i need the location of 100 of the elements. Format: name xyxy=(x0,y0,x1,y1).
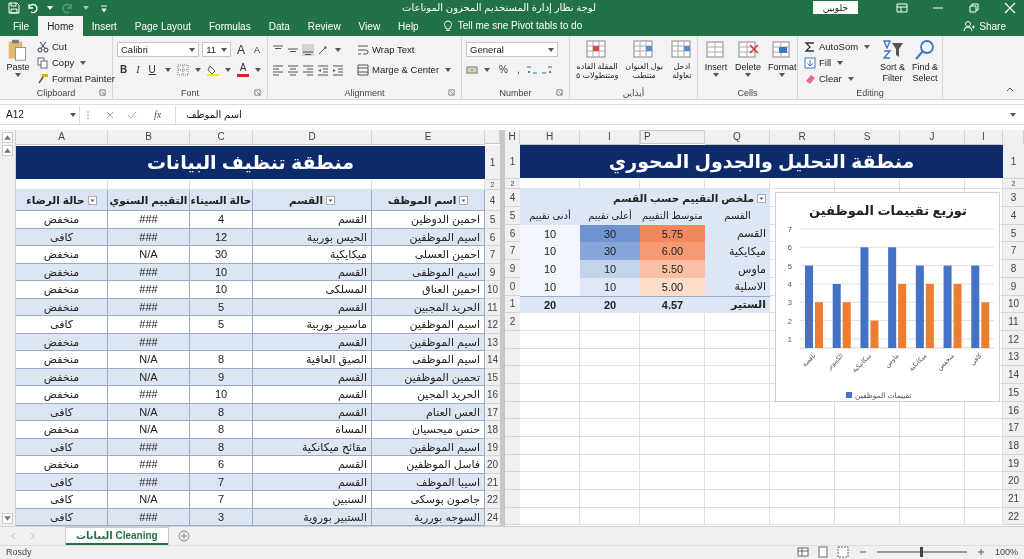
next-sheet-icon[interactable] xyxy=(28,532,36,540)
zoom-level[interactable]: 100% xyxy=(994,547,1018,558)
row-number[interactable]: 12 xyxy=(485,316,500,334)
save-icon[interactable] xyxy=(8,1,20,14)
row-number[interactable]: 4 xyxy=(1003,207,1024,225)
column-header[interactable]: E xyxy=(372,130,485,146)
ribbon-tab[interactable]: Insert xyxy=(82,16,126,37)
row-number[interactable]: 14 xyxy=(1003,366,1024,384)
autosum-button[interactable]: AutoSom xyxy=(802,39,876,55)
find-select-button[interactable]: Find & Select xyxy=(910,39,941,87)
insert-function-button[interactable]: fx xyxy=(148,108,168,122)
account-button[interactable]: حلوبين xyxy=(812,1,858,15)
zoom-slider-thumb[interactable] xyxy=(920,547,924,558)
caret-icon[interactable] xyxy=(164,67,171,72)
page-layout-view-icon[interactable] xyxy=(816,546,829,559)
ribbon-tab[interactable]: Formulas xyxy=(200,16,260,37)
fill-color-icon[interactable] xyxy=(206,63,219,76)
dialog-launcher-icon[interactable] xyxy=(448,89,455,97)
font-color-button[interactable]: A xyxy=(236,62,250,77)
ribbon-tab[interactable]: File xyxy=(4,16,39,37)
paste-button[interactable]: Paste xyxy=(4,39,32,87)
decrease-decimal-icon[interactable] xyxy=(540,63,553,76)
filter-dropdown-icon[interactable] xyxy=(87,195,97,205)
row-number[interactable]: 5 xyxy=(485,211,500,229)
indent-icon[interactable] xyxy=(317,63,329,76)
row-number[interactable]: 3 xyxy=(1003,189,1024,208)
copy-button[interactable]: Copy xyxy=(35,55,117,71)
row-number[interactable]: 21 xyxy=(1003,490,1024,508)
dialog-launcher-icon[interactable] xyxy=(99,89,106,97)
filter-dropdown-icon[interactable] xyxy=(326,195,335,205)
align-icon[interactable] xyxy=(272,63,284,76)
normal-view-icon[interactable] xyxy=(796,546,809,559)
row-header[interactable]: 2 xyxy=(505,313,520,331)
row-number[interactable]: 20 xyxy=(1003,472,1024,491)
page-break-view-icon[interactable] xyxy=(836,546,849,559)
sort-filter-button[interactable]: Sort & Filter xyxy=(878,39,908,87)
indent-icon[interactable] xyxy=(332,63,344,76)
bold-button[interactable]: B xyxy=(117,62,131,78)
row-number[interactable]: 18 xyxy=(485,421,500,439)
caret-icon[interactable] xyxy=(83,5,89,10)
row-number[interactable]: 1 xyxy=(485,145,500,180)
previous-sheet-icon[interactable] xyxy=(10,532,18,540)
filter-dropdown-icon[interactable] xyxy=(459,195,469,205)
italic-button[interactable]: I xyxy=(133,62,143,78)
font-size-dropdown[interactable]: 11 xyxy=(202,42,231,58)
ribbon-tab[interactable]: Data xyxy=(259,16,299,37)
column-header[interactable]: J xyxy=(900,130,965,146)
row-number[interactable]: 4 xyxy=(485,189,500,212)
row-number[interactable]: 20 xyxy=(485,456,500,474)
styles-button[interactable]: ادحل تعاولة xyxy=(667,39,696,87)
cells-button[interactable]: Insert xyxy=(702,39,730,87)
row-number[interactable]: 7 xyxy=(1003,242,1024,261)
font-family-dropdown[interactable]: Calibri xyxy=(117,42,200,58)
shrink-font-button[interactable]: A xyxy=(251,42,263,58)
column-header[interactable]: C xyxy=(190,130,253,146)
wrap-text-button[interactable]: Wrap Text xyxy=(355,42,417,58)
filter-dropdown-icon[interactable] xyxy=(757,193,766,203)
redo-icon[interactable] xyxy=(62,1,74,14)
scroll-up-icon[interactable] xyxy=(2,132,13,144)
row-header[interactable]: 1 xyxy=(505,144,520,180)
name-box[interactable]: A12 xyxy=(0,105,80,124)
tell-me-field[interactable]: Tell me sne Pivot tabls to do xyxy=(457,16,583,37)
row-number[interactable]: 8 xyxy=(1003,260,1024,278)
align-icon[interactable] xyxy=(287,63,299,76)
close-icon[interactable] xyxy=(1004,1,1016,14)
grow-font-button[interactable]: A xyxy=(233,42,248,58)
merge-center-button[interactable]: Marge & Center xyxy=(355,62,457,78)
row-header[interactable]: 4 xyxy=(505,189,520,208)
ribbon-tab[interactable]: Help xyxy=(389,16,428,37)
borders-icon[interactable] xyxy=(176,63,189,76)
formula-input[interactable]: اسم الموظف xyxy=(176,109,1007,121)
scroll-down-icon[interactable] xyxy=(2,513,13,525)
row-number[interactable]: 7 xyxy=(485,246,500,264)
restore-icon[interactable] xyxy=(968,1,980,14)
styles-button[interactable]: المقلة الفاده ومتتطولات ٥ xyxy=(574,39,621,87)
ribbon-tab[interactable]: Home xyxy=(38,16,83,37)
row-number[interactable]: 10 xyxy=(485,281,500,299)
column-header[interactable]: S xyxy=(835,130,900,146)
styles-button[interactable]: بول العنوان متتطت xyxy=(623,39,665,87)
column-header[interactable]: Q xyxy=(705,130,770,146)
caret-icon[interactable] xyxy=(224,67,231,72)
row-number[interactable]: 14 xyxy=(485,351,500,369)
ribbon-tab[interactable]: Page Layout xyxy=(125,16,200,37)
share-button[interactable]: Share xyxy=(957,16,1012,37)
column-header[interactable]: R xyxy=(770,130,835,146)
row-header[interactable]: 7 xyxy=(505,242,520,261)
row-number[interactable]: 18 xyxy=(1003,437,1024,455)
increase-decimal-icon[interactable] xyxy=(525,63,538,76)
column-header[interactable]: I xyxy=(580,130,640,146)
percent-button[interactable]: % xyxy=(496,62,511,78)
number-format-dropdown[interactable]: General xyxy=(466,42,558,58)
ribbon-display-icon[interactable] xyxy=(896,1,908,14)
column-header[interactable]: I xyxy=(965,130,1003,146)
ribbon-tab[interactable]: Review xyxy=(298,16,350,37)
underline-button[interactable]: U xyxy=(145,62,159,78)
column-header[interactable]: P xyxy=(640,130,705,145)
caret-icon[interactable] xyxy=(255,67,262,72)
column-header[interactable]: A xyxy=(16,130,108,146)
cut-button[interactable]: Cut xyxy=(35,39,117,55)
orientation-icon[interactable] xyxy=(317,43,329,56)
